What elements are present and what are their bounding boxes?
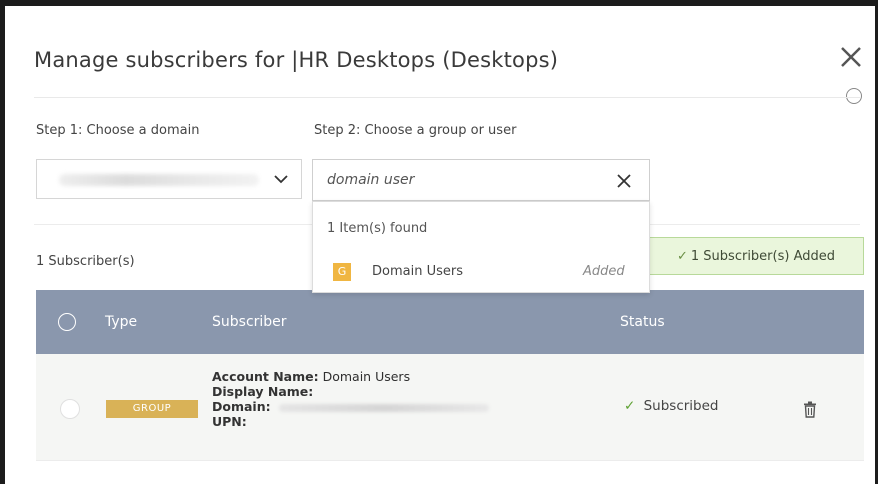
table-row: GROUP Account Name: Domain Users Display… (36, 354, 864, 461)
subscription-status: ✓ Subscribed (624, 398, 719, 414)
close-icon (841, 47, 861, 67)
row-select-radio[interactable] (60, 399, 80, 419)
domain-select[interactable] (36, 159, 302, 199)
group-type-badge: GROUP (106, 400, 198, 418)
check-icon: ✓ (677, 248, 688, 264)
column-header-type: Type (105, 314, 138, 330)
results-count: 1 Item(s) found (327, 221, 428, 236)
window-frame-top (0, 0, 878, 6)
table-header: Type Subscriber Status (36, 290, 864, 354)
header-divider (34, 97, 860, 98)
domain-label: Domain: (212, 399, 271, 414)
clear-icon[interactable] (616, 173, 632, 189)
trash-icon[interactable] (803, 401, 817, 418)
search-input[interactable] (327, 170, 597, 190)
subscribers-added-badge: ✓ 1 Subscriber(s) Added (648, 237, 864, 275)
dialog-title: Manage subscribers for |HR Desktops (Des… (34, 48, 559, 72)
step1-label: Step 1: Choose a domain (36, 123, 200, 138)
display-name-line: Display Name: (212, 385, 313, 399)
account-name-label: Account Name: (212, 369, 319, 384)
result-item-status: Added (583, 264, 625, 279)
domain-line: Domain: (212, 400, 489, 414)
window-frame-left (0, 0, 5, 484)
column-header-status: Status (620, 314, 665, 330)
upn-line: UPN: (212, 415, 247, 429)
account-name-value: Domain Users (322, 369, 411, 384)
subscriber-count: 1 Subscriber(s) (36, 254, 135, 269)
result-item-name: Domain Users (372, 264, 463, 279)
result-item[interactable]: G Domain Users Added (313, 254, 649, 288)
select-all-radio[interactable] (58, 313, 76, 331)
close-button[interactable] (838, 44, 864, 70)
display-name-label: Display Name: (212, 384, 314, 399)
status-label: Subscribed (643, 398, 719, 414)
group-letter-icon: G (333, 263, 351, 281)
step2-label: Step 2: Choose a group or user (314, 123, 517, 138)
column-header-subscriber: Subscriber (212, 314, 287, 330)
check-icon: ✓ (624, 398, 636, 414)
search-field[interactable] (312, 159, 650, 201)
upn-label: UPN: (212, 414, 247, 429)
domain-value-redacted (278, 403, 489, 412)
domain-value-redacted (59, 174, 259, 186)
chevron-down-icon (274, 175, 288, 184)
account-name-line: Account Name: Domain Users (212, 370, 410, 384)
added-badge-label: 1 Subscriber(s) Added (690, 248, 835, 264)
search-results-dropdown: 1 Item(s) found G Domain Users Added (312, 201, 650, 293)
mouse-cursor (846, 88, 862, 104)
